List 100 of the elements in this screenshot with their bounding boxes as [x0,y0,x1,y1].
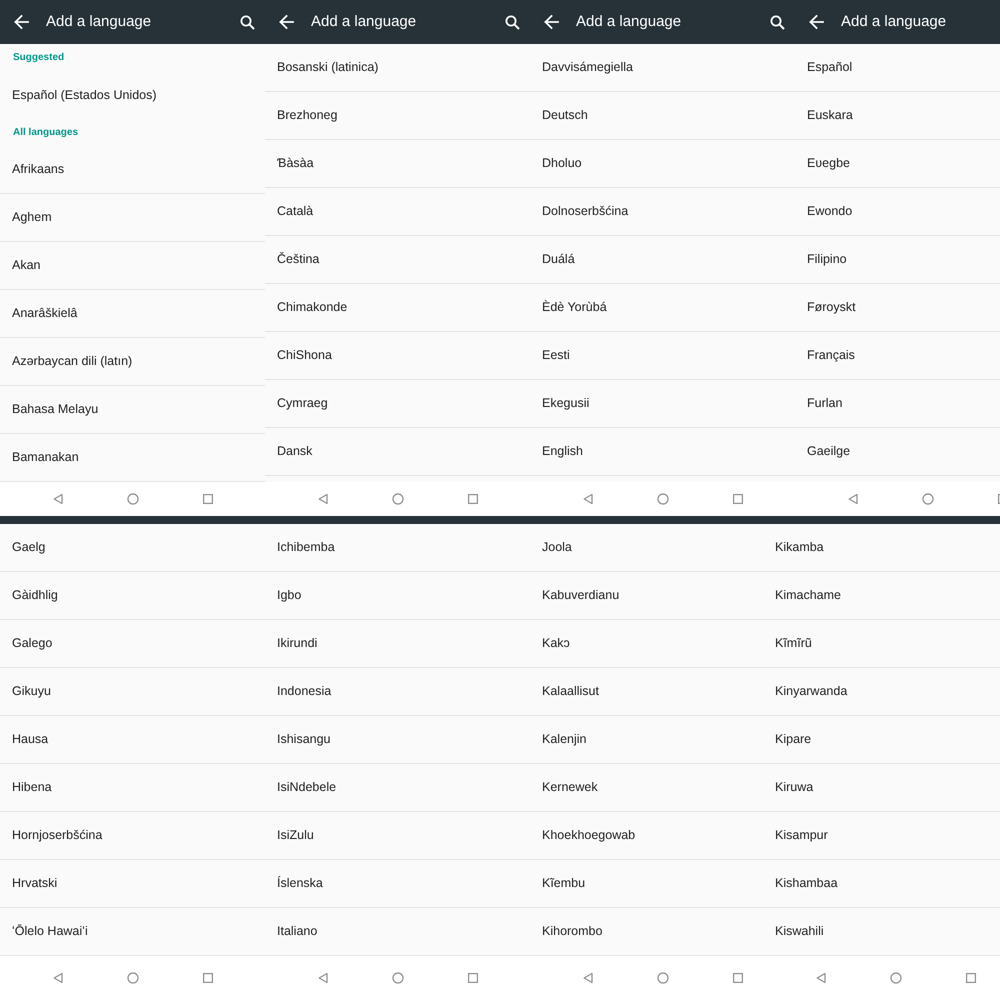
language-item[interactable]: Bosanski (latinica) [265,44,530,92]
language-item[interactable]: Indonesia [265,668,530,716]
language-item[interactable]: Kinyarwanda [763,668,1000,716]
language-item[interactable]: Ewondo [795,188,1000,236]
language-item[interactable]: Español (Estados Unidos) [0,71,265,119]
language-item[interactable]: Gaelg [0,524,265,572]
language-item[interactable]: Dansk [265,428,530,476]
language-item[interactable]: IsiNdebele [265,764,530,812]
language-item[interactable]: Davvisámegiella [530,44,795,92]
language-item[interactable]: Ɓàsàa [265,140,530,188]
circle-icon[interactable] [127,493,139,505]
language-item[interactable]: Chimakonde [265,284,530,332]
language-item[interactable]: Igbo [265,572,530,620]
triangle-icon[interactable] [52,972,64,984]
language-item[interactable]: Eesti [530,332,795,380]
circle-icon[interactable] [127,972,139,984]
language-item[interactable]: Khoekhoegowab [530,812,763,860]
language-item[interactable]: Català [265,188,530,236]
language-item[interactable]: Duálá [530,236,795,284]
language-item[interactable]: Eʋegbe [795,140,1000,188]
back-arrow-icon[interactable] [808,14,824,30]
language-item[interactable]: Français [795,332,1000,380]
screen-title: Add a language [576,13,682,31]
screen-title: Add a language [841,13,946,31]
language-item[interactable]: Kisampur [763,812,1000,860]
section-header: All languages [12,126,80,140]
language-item[interactable]: Afrikaans [0,146,265,194]
square-icon[interactable] [732,493,744,505]
language-item[interactable]: Ishisangu [265,716,530,764]
circle-icon[interactable] [657,493,669,505]
language-item[interactable]: Kernewek [530,764,763,812]
square-icon[interactable] [467,493,479,505]
circle-icon[interactable] [922,493,934,505]
triangle-icon[interactable] [847,493,859,505]
search-icon[interactable] [505,14,520,30]
language-item[interactable]: Akan [0,242,265,290]
language-item[interactable]: Kipare [763,716,1000,764]
language-item[interactable]: Hornjoserbšćina [0,812,265,860]
language-item[interactable]: Ekegusii [530,380,795,428]
language-item[interactable]: Bahasa Melayu [0,386,265,434]
language-item[interactable]: Filipino [795,236,1000,284]
language-item[interactable]: Kabuverdianu [530,572,763,620]
language-item[interactable]: Čeština [265,236,530,284]
triangle-icon[interactable] [582,493,594,505]
language-item[interactable]: Hibena [0,764,265,812]
language-item[interactable]: Hausa [0,716,265,764]
square-icon[interactable] [202,972,214,984]
back-arrow-icon[interactable] [13,14,29,30]
triangle-icon[interactable] [317,972,329,984]
circle-icon[interactable] [890,972,902,984]
language-item[interactable]: Aghem [0,194,265,242]
language-item[interactable]: Dholuo [530,140,795,188]
language-item[interactable]: Kalaallisut [530,668,763,716]
language-item[interactable]: Kishambaa [763,860,1000,908]
language-item[interactable]: Kiruwa [763,764,1000,812]
language-item[interactable]: Español [795,44,1000,92]
language-item[interactable]: Gàidhlig [0,572,265,620]
search-icon[interactable] [770,14,785,30]
circle-icon[interactable] [392,972,404,984]
language-item[interactable]: Deutsch [530,92,795,140]
language-item[interactable]: ChiShona [265,332,530,380]
language-item[interactable]: Gikuyu [0,668,265,716]
language-item[interactable]: Dolnoserbšćina [530,188,795,236]
language-item[interactable]: Brezhoneg [265,92,530,140]
screen-title: Add a language [311,13,416,31]
language-item[interactable]: Èdè Yorùbá [530,284,795,332]
square-icon[interactable] [965,972,977,984]
back-arrow-icon[interactable] [278,14,294,30]
language-item[interactable]: Kikamba [763,524,1000,572]
language-item[interactable]: Hrvatski [0,860,265,908]
language-item[interactable]: Azərbaycan dili (latın) [0,338,265,386]
search-icon[interactable] [240,14,255,30]
language-item[interactable]: Íslenska [265,860,530,908]
triangle-icon[interactable] [52,493,64,505]
language-item[interactable]: Anarâškielâ [0,290,265,338]
square-icon[interactable] [732,972,744,984]
back-arrow-icon[interactable] [543,14,559,30]
language-item[interactable]: English [530,428,795,476]
language-item[interactable]: Cymraeg [265,380,530,428]
language-item[interactable]: Kimachame [763,572,1000,620]
triangle-icon[interactable] [317,493,329,505]
triangle-icon[interactable] [815,972,827,984]
circle-icon[interactable] [392,493,404,505]
language-item[interactable]: Kakɔ [530,620,763,668]
language-item[interactable]: Joola [530,524,763,572]
language-item[interactable]: Ikirundi [265,620,530,668]
language-item[interactable]: Galego [0,620,265,668]
language-item[interactable]: IsiZulu [265,812,530,860]
square-icon[interactable] [202,493,214,505]
language-item[interactable]: Kĩembu [530,860,763,908]
language-item[interactable]: Furlan [795,380,1000,428]
triangle-icon[interactable] [582,972,594,984]
language-item[interactable]: Gaeilge [795,428,1000,476]
language-item[interactable]: Kĩmĩrũ [763,620,1000,668]
square-icon[interactable] [467,972,479,984]
language-item[interactable]: Føroyskt [795,284,1000,332]
language-item[interactable]: Ichibemba [265,524,530,572]
circle-icon[interactable] [657,972,669,984]
language-item[interactable]: Kalenjin [530,716,763,764]
language-item[interactable]: Euskara [795,92,1000,140]
